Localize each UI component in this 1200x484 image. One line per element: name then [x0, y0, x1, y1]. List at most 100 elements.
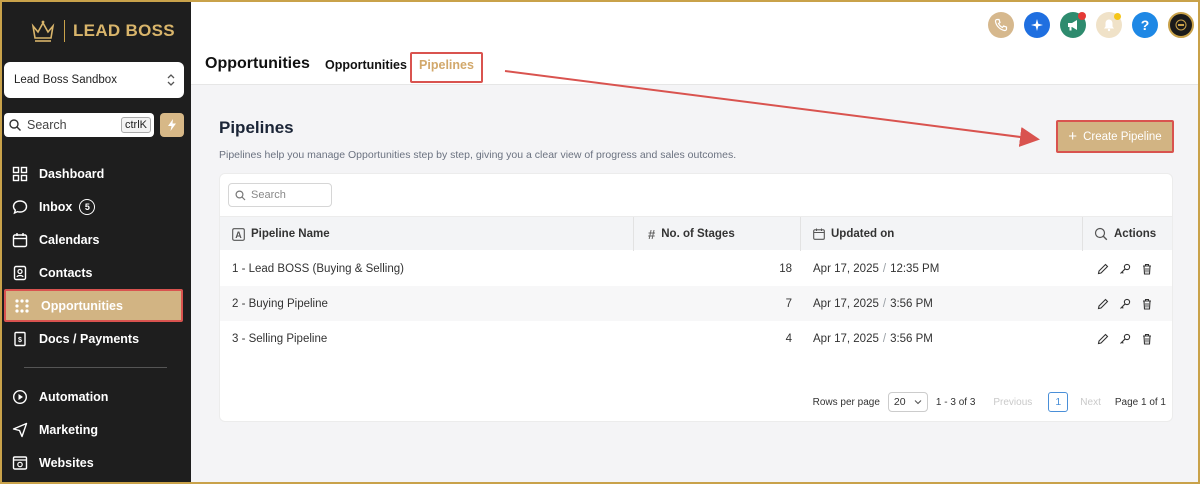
- column-label: Actions: [1114, 228, 1157, 240]
- sparkle-icon: [1031, 19, 1043, 31]
- column-updated-on[interactable]: Updated on: [813, 217, 894, 251]
- sidebar-item-websites[interactable]: Websites: [2, 446, 191, 479]
- updated-on: Apr 17, 2025/3:56 PM: [813, 321, 933, 356]
- notification-dot: [1114, 13, 1121, 20]
- settings-search-icon: [1094, 227, 1108, 241]
- search-icon: [235, 189, 246, 200]
- sidebar-item-label: Calendars: [39, 232, 100, 247]
- key-icon[interactable]: [1119, 298, 1131, 310]
- sidebar-item-label: Contacts: [39, 265, 93, 280]
- sidebar-item-dashboard[interactable]: Dashboard: [2, 157, 191, 190]
- updated-time: 3:56 PM: [890, 332, 933, 345]
- sidebar-item-opportunities[interactable]: Opportunities: [4, 289, 183, 322]
- sidebar-item-docs-payments[interactable]: $ Docs / Payments: [2, 322, 191, 355]
- column-label: Pipeline Name: [251, 228, 330, 240]
- brand-name: LEAD BOSS: [73, 21, 175, 40]
- notifications-button[interactable]: [1096, 12, 1122, 38]
- create-pipeline-button[interactable]: + Create Pipeline: [1056, 120, 1174, 153]
- column-stages[interactable]: # No. of Stages: [648, 217, 735, 251]
- search-icon: [9, 119, 21, 131]
- sidebar-search[interactable]: Search ctrlK: [4, 113, 154, 137]
- sidebar-item-automation[interactable]: Automation: [2, 380, 191, 413]
- tab-opportunities[interactable]: Opportunities: [325, 58, 407, 72]
- table-row[interactable]: 2 - Buying Pipeline 7 Apr 17, 2025/3:56 …: [220, 286, 1172, 321]
- tab-pipelines[interactable]: Pipelines: [410, 52, 483, 83]
- logo-divider: [64, 20, 65, 42]
- automation-icon: [12, 389, 28, 404]
- trash-icon[interactable]: [1141, 298, 1153, 310]
- create-pipeline-label: Create Pipeline: [1083, 130, 1162, 143]
- sidebar-item-label: Marketing: [39, 422, 99, 437]
- brand-logo[interactable]: LEAD BOSS: [30, 16, 175, 46]
- next-page-button[interactable]: Next: [1080, 397, 1101, 408]
- edit-icon[interactable]: [1097, 298, 1109, 310]
- sidebar-divider: [24, 367, 167, 368]
- text-field-icon: A: [232, 227, 245, 241]
- ai-assistant-button[interactable]: [1024, 12, 1050, 38]
- pagination: Rows per page 20 1 - 3 of 3 Previous 1 N…: [813, 392, 1166, 412]
- updated-date: Apr 17, 2025: [813, 297, 879, 310]
- edit-icon[interactable]: [1097, 333, 1109, 345]
- search-shortcut: ctrlK: [121, 117, 151, 133]
- sidebar-item-label: Opportunities: [41, 298, 123, 313]
- avatar-crest-icon: [1175, 19, 1187, 31]
- top-toolbar: ?: [988, 12, 1198, 38]
- help-button[interactable]: ?: [1132, 12, 1158, 38]
- calendar-icon: [12, 232, 28, 247]
- sidebar-item-marketing[interactable]: Marketing: [2, 413, 191, 446]
- column-divider: [1082, 217, 1083, 251]
- announcements-button[interactable]: [1060, 12, 1086, 38]
- dashboard-icon: [12, 166, 28, 181]
- svg-text:$: $: [18, 337, 22, 344]
- trash-icon[interactable]: [1141, 263, 1153, 275]
- key-icon[interactable]: [1119, 263, 1131, 275]
- phone-icon: [994, 18, 1008, 32]
- phone-button[interactable]: [988, 12, 1014, 38]
- page-number-button[interactable]: 1: [1048, 392, 1069, 412]
- column-pipeline-name[interactable]: A Pipeline Name: [232, 217, 330, 251]
- account-switcher[interactable]: Lead Boss Sandbox: [4, 62, 184, 98]
- avatar[interactable]: [1168, 12, 1194, 38]
- table-row[interactable]: 1 - Lead BOSS (Buying & Selling) 18 Apr …: [220, 251, 1172, 286]
- section-description: Pipelines help you manage Opportunities …: [219, 149, 737, 161]
- sidebar-item-label: Dashboard: [39, 166, 105, 181]
- key-icon[interactable]: [1119, 333, 1131, 345]
- account-name: Lead Boss Sandbox: [14, 74, 117, 86]
- sidebar-item-label: Docs / Payments: [39, 331, 140, 346]
- updated-time: 12:35 PM: [890, 262, 940, 275]
- pipeline-name: 2 - Buying Pipeline: [232, 297, 328, 310]
- row-actions: [1097, 286, 1153, 321]
- sidebar-item-label: Websites: [39, 455, 94, 470]
- quick-action-button[interactable]: [160, 113, 184, 137]
- column-label: No. of Stages: [661, 228, 735, 240]
- table-row[interactable]: 3 - Selling Pipeline 4 Apr 17, 2025/3:56…: [220, 321, 1172, 356]
- sidebar-item-contacts[interactable]: Contacts: [2, 256, 191, 289]
- page-title: Opportunities: [205, 55, 310, 72]
- sidebar-item-calendars[interactable]: Calendars: [2, 223, 191, 256]
- megaphone-icon: [1068, 20, 1077, 31]
- table-search-input[interactable]: Search: [228, 183, 332, 207]
- rows-per-page-select[interactable]: 20: [887, 392, 928, 412]
- crown-icon: [31, 20, 55, 42]
- previous-page-button[interactable]: Previous: [993, 397, 1032, 408]
- contacts-icon: [13, 265, 27, 280]
- page-info: Page 1 of 1: [1114, 396, 1166, 408]
- websites-icon: [12, 455, 28, 470]
- stage-count: 4: [785, 332, 792, 345]
- updated-time: 3:56 PM: [890, 297, 933, 310]
- opportunities-icon: [15, 298, 29, 313]
- table-search-placeholder: Search: [251, 189, 286, 201]
- column-divider: [633, 217, 634, 251]
- row-actions: [1097, 321, 1153, 356]
- docs-icon: $: [14, 331, 26, 346]
- sidebar-item-inbox[interactable]: Inbox 5: [2, 190, 191, 223]
- rows-per-page-value: 20: [893, 396, 906, 408]
- hash-icon: #: [648, 226, 656, 242]
- column-actions[interactable]: Actions: [1094, 217, 1156, 251]
- edit-icon[interactable]: [1097, 263, 1109, 275]
- notification-dot: [1078, 12, 1086, 20]
- date-separator: /: [882, 262, 887, 275]
- stage-count: 7: [785, 297, 792, 310]
- question-icon: ?: [1140, 17, 1150, 33]
- trash-icon[interactable]: [1141, 333, 1153, 345]
